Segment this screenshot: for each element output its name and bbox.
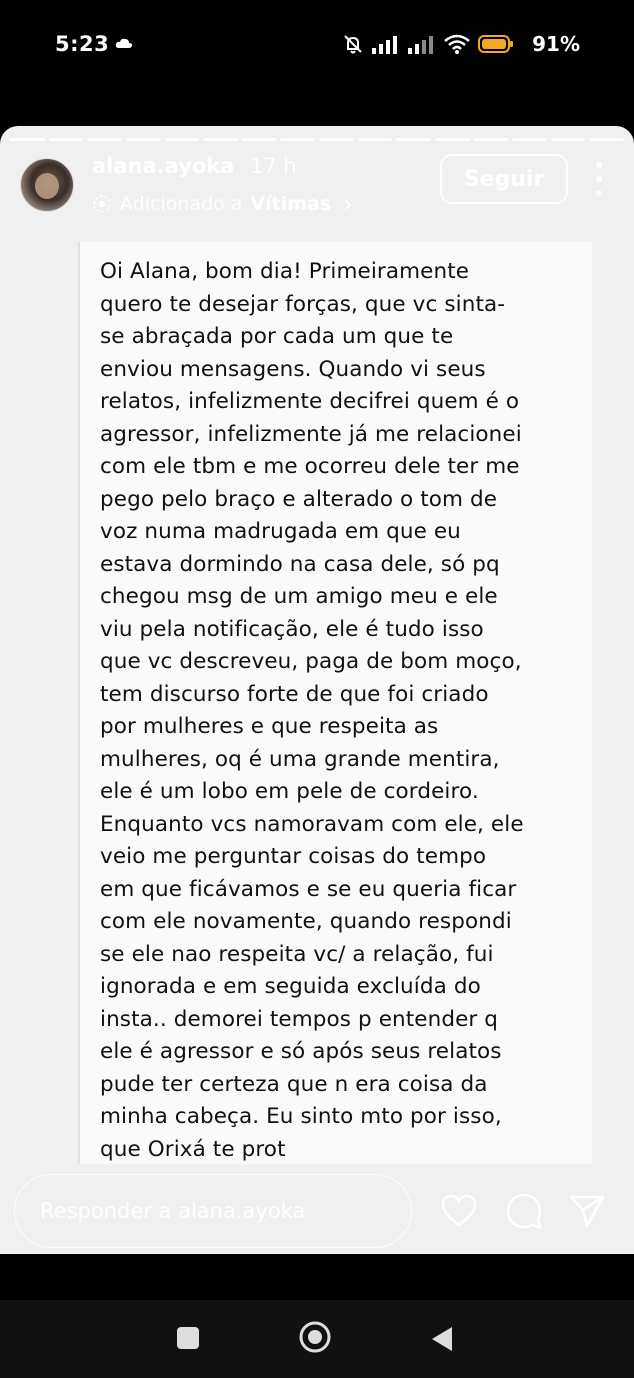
battery-percent: 91% xyxy=(532,32,580,56)
story-progress-bar xyxy=(10,138,624,141)
progress-segment xyxy=(319,138,354,141)
reply-input[interactable]: Responder a alana.ayoka xyxy=(14,1174,412,1248)
chevron-right-icon: › xyxy=(343,190,353,218)
added-prefix: Adicionado a xyxy=(120,193,243,215)
avatar[interactable] xyxy=(20,158,74,212)
home-icon[interactable] xyxy=(298,1320,332,1354)
progress-segment xyxy=(280,138,315,141)
story-header: alana.ayoka 17 h Adicionado a Vítimas › … xyxy=(0,154,634,224)
clock: 5:23 xyxy=(55,32,110,56)
progress-segment xyxy=(164,138,200,141)
wifi-icon xyxy=(444,34,470,54)
signal-2-icon xyxy=(408,36,433,54)
progress-segment xyxy=(203,138,238,141)
battery-icon xyxy=(478,35,513,53)
reply-bar: Responder a alana.ayoka xyxy=(0,1164,634,1254)
progress-segment xyxy=(87,138,122,141)
progress-segment xyxy=(241,138,277,141)
follow-button[interactable]: Seguir xyxy=(440,154,568,204)
message-text: Oi Alana, bom dia! Primeiramente quero t… xyxy=(100,259,524,1162)
send-icon[interactable] xyxy=(568,1192,606,1230)
username[interactable]: alana.ayoka xyxy=(92,154,234,178)
progress-segment xyxy=(125,138,161,141)
story-image: Oi Alana, bom dia! Primeiramente quero t… xyxy=(78,242,592,1172)
system-nav-bar xyxy=(0,1300,634,1378)
back-icon[interactable] xyxy=(430,1326,454,1352)
progress-segment xyxy=(473,138,509,141)
story-time-ago: 17 h xyxy=(250,154,297,178)
progress-segment xyxy=(396,138,431,141)
more-vertical-icon[interactable] xyxy=(594,162,604,196)
status-bar: 5:23 91% xyxy=(0,0,634,90)
comment-icon[interactable] xyxy=(505,1192,543,1230)
progress-segment xyxy=(434,138,470,141)
progress-segment xyxy=(48,138,84,141)
heart-icon[interactable] xyxy=(440,1192,478,1230)
cloud-icon xyxy=(115,38,133,48)
signal-icon xyxy=(372,36,397,54)
progress-segment xyxy=(550,138,586,141)
progress-segment xyxy=(357,138,393,141)
story-viewer[interactable]: alana.ayoka 17 h Adicionado a Vítimas › … xyxy=(0,126,634,1254)
collection-name: Vítimas xyxy=(250,193,332,215)
mute-bell-icon xyxy=(344,35,362,54)
progress-segment xyxy=(10,138,45,141)
recents-icon[interactable] xyxy=(176,1326,200,1350)
highlight-icon xyxy=(93,195,111,213)
progress-segment xyxy=(512,138,547,141)
progress-segment xyxy=(589,138,624,141)
highlight-collection-link[interactable]: Adicionado a Vítimas › xyxy=(92,190,353,218)
